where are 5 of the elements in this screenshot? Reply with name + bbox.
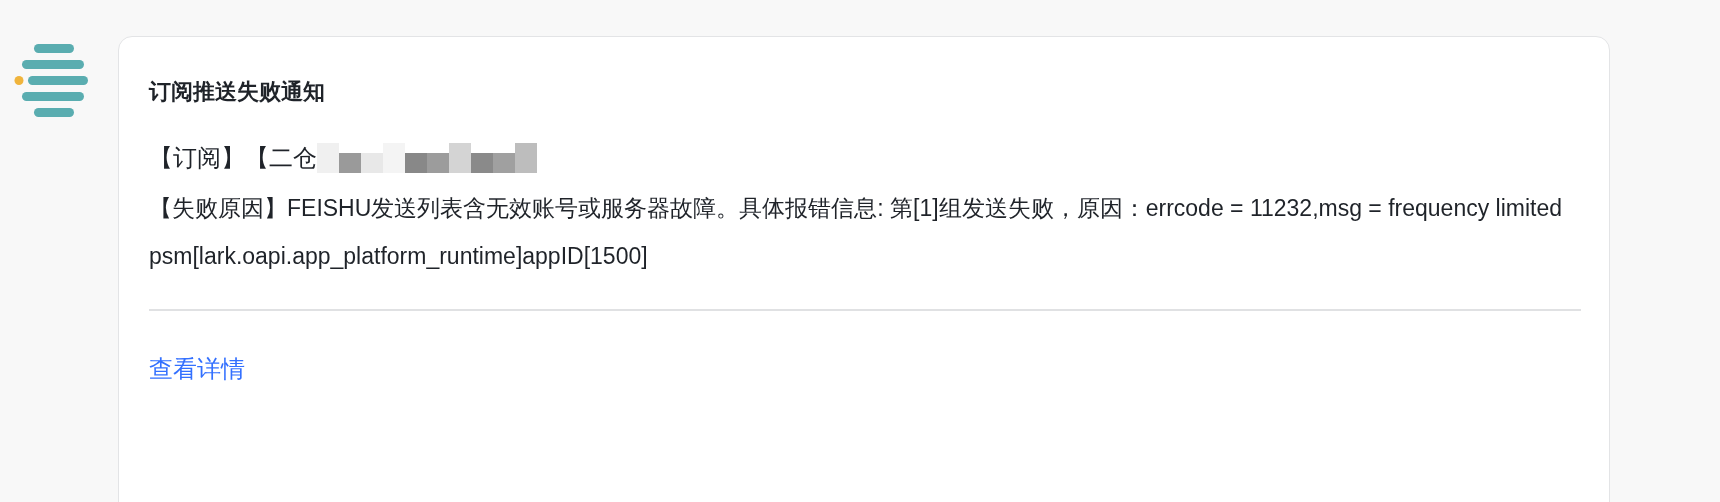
view-details-link[interactable]: 查看详情 (149, 355, 245, 382)
card-title: 订阅推送失败通知 (149, 78, 326, 106)
subscription-line: 【订阅】【二仓 (149, 143, 317, 173)
failure-reason: 【失败原因】FEISHU发送列表含无效账号或服务器故障。具体报错信息: 第[1]组发送失败，原因：errcode = 11232,msg = frequency limited (149, 194, 1564, 223)
psm-line: psm[lark.oapi.app_platform_runtime]appID[1500] (149, 242, 649, 271)
